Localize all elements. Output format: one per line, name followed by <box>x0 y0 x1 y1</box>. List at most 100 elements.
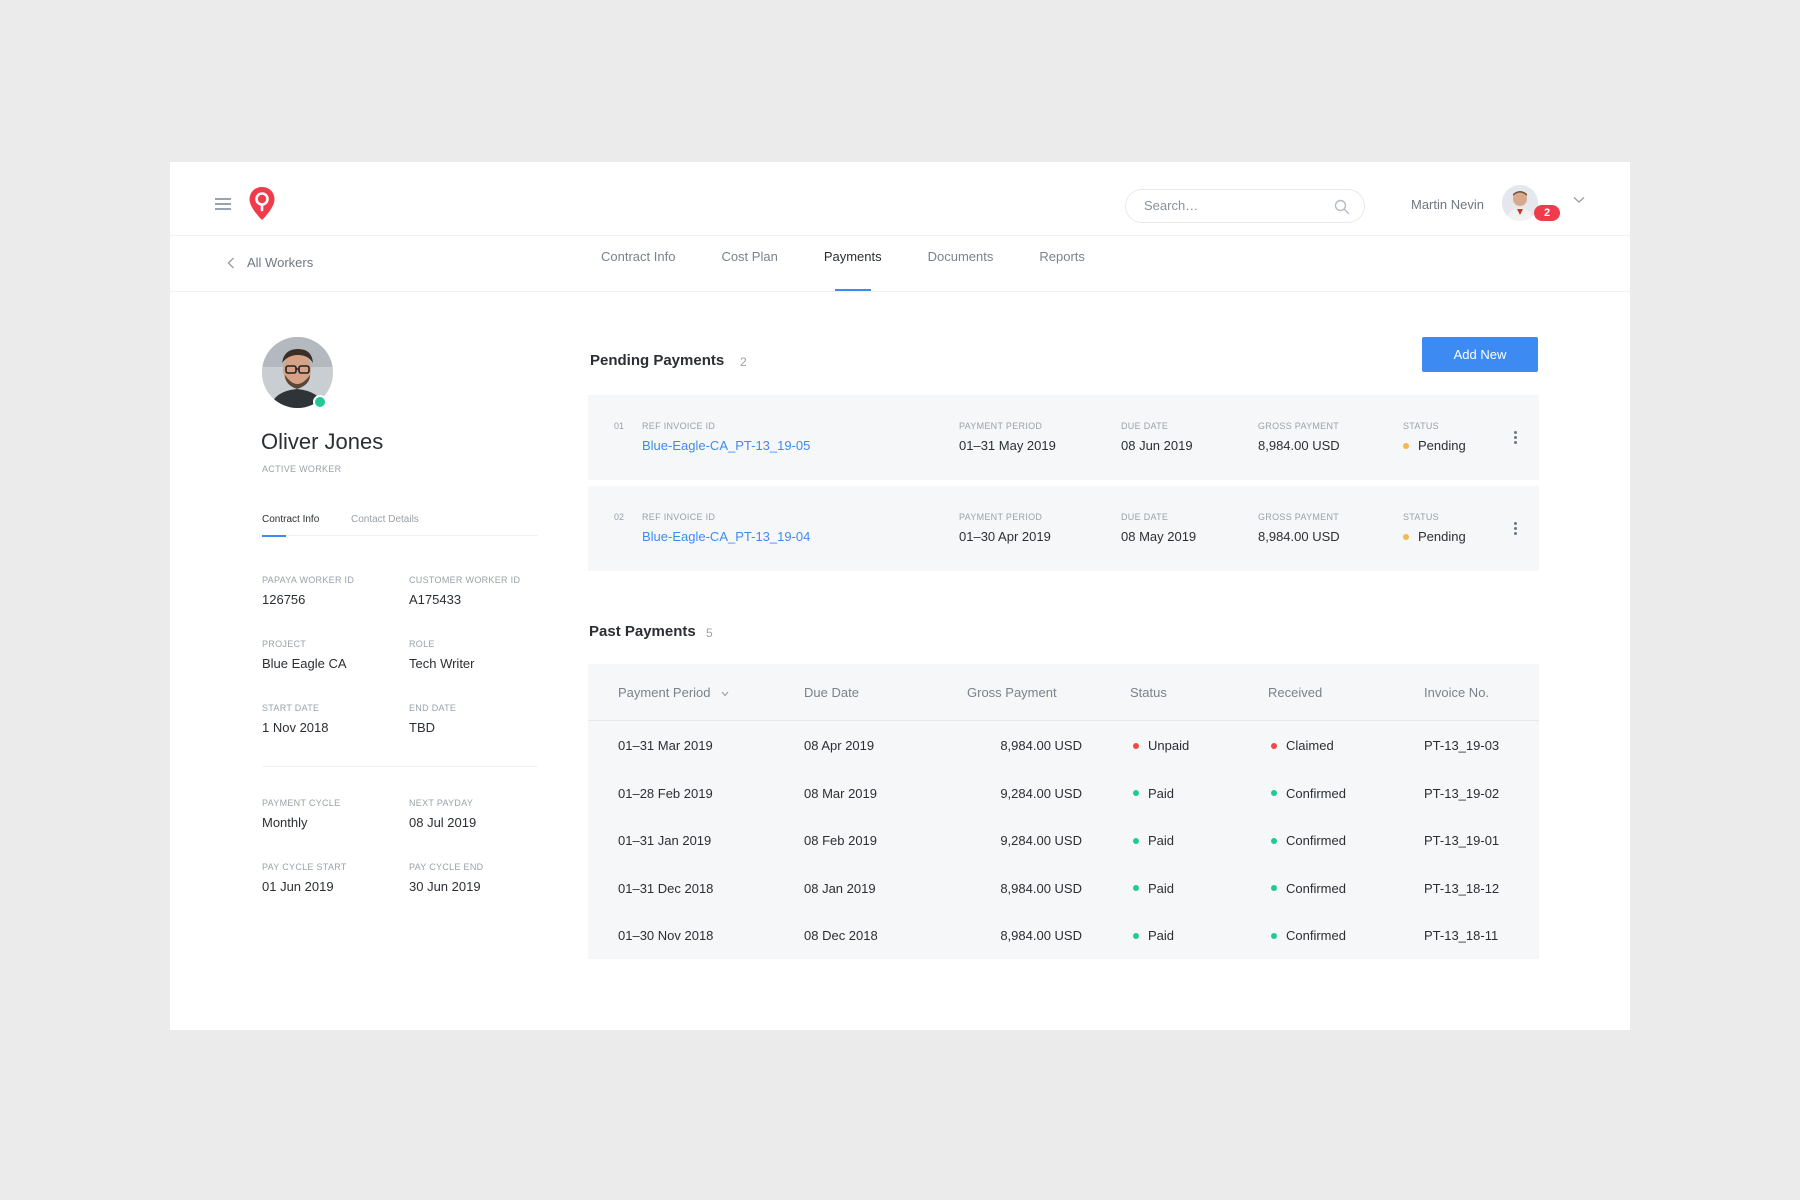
tab-payments[interactable]: Payments <box>813 236 893 291</box>
ref-invoice-link[interactable]: Blue-Eagle-CA_PT-13_19-04 <box>642 529 810 544</box>
field-value: 08 Jul 2019 <box>409 815 477 830</box>
pending-payment-item: 02 REF INVOICE ID Blue-Eagle-CA_PT-13_19… <box>588 486 1539 571</box>
past-payments-table: Payment Period Due Date Gross Payment St… <box>588 664 1539 959</box>
top-bar: Martin Nevin 2 <box>170 162 1630 236</box>
search-input[interactable] <box>1144 198 1324 213</box>
field-label: PROJECT <box>262 639 307 649</box>
field-label: PAY CYCLE START <box>262 862 347 872</box>
field-value: TBD <box>409 720 435 735</box>
sub-navigation: All Workers Contract Info Cost Plan Paym… <box>170 236 1630 292</box>
profile-tabs: Contract Info Contact Details <box>262 514 538 537</box>
status-column: STATUS Pending <box>1403 512 1466 544</box>
tab-cost-plan[interactable]: Cost Plan <box>710 236 788 291</box>
received-dot-icon <box>1271 885 1277 892</box>
add-new-button[interactable]: Add New <box>1422 337 1538 372</box>
field-label: PAYMENT CYCLE <box>262 798 341 808</box>
app-window: Martin Nevin 2 All Workers Contract Info… <box>170 162 1630 1030</box>
past-payments-count: 5 <box>706 626 713 640</box>
field-label: CUSTOMER WORKER ID <box>409 575 521 585</box>
notification-badge[interactable]: 2 <box>1534 205 1560 221</box>
tab-contract-info[interactable]: Contract Info <box>590 236 686 291</box>
received-text: Confirmed <box>1286 928 1346 943</box>
cell-invoice-no: PT-13_19-03 <box>1424 738 1500 753</box>
column-header-label: Payment Period <box>618 685 711 700</box>
user-avatar[interactable] <box>1502 185 1538 221</box>
cell-payment-period: 01–31 Dec 2018 <box>618 880 714 896</box>
ref-invoice-link[interactable]: Blue-Eagle-CA_PT-13_19-05 <box>642 438 810 453</box>
status-dot-icon <box>1133 790 1139 797</box>
search-icon[interactable] <box>1334 199 1350 215</box>
tab-documents[interactable]: Documents <box>917 236 1005 291</box>
table-row[interactable]: 01–31 Jan 2019 08 Feb 2019 9,284.00 USD … <box>588 816 1539 864</box>
cell-status: Paid <box>1133 928 1174 943</box>
past-payments-title: Past Payments <box>589 623 696 640</box>
tab-profile-contract-info[interactable]: Contract Info <box>262 514 319 537</box>
field-value: A175433 <box>409 592 462 607</box>
column-header-received[interactable]: Received <box>1268 685 1322 700</box>
status-label: STATUS <box>1403 512 1439 522</box>
cell-gross-payment: 8,984.00 USD <box>1000 880 1082 896</box>
table-row[interactable]: 01–31 Mar 2019 08 Apr 2019 8,984.00 USD … <box>588 721 1539 769</box>
field-label: PAPAYA WORKER ID <box>262 575 355 585</box>
field-label: NEXT PAYDAY <box>409 798 474 808</box>
payment-period-value: 01–31 May 2019 <box>959 438 1056 453</box>
field-project: PROJECT Blue Eagle CA <box>262 639 347 671</box>
tab-reports[interactable]: Reports <box>1028 236 1096 291</box>
status-text: Pending <box>1418 529 1466 544</box>
status-value: Pending <box>1403 438 1466 453</box>
status-column: STATUS Pending <box>1403 421 1466 453</box>
field-end-date: END DATE TBD <box>409 703 456 735</box>
field-pay-cycle-start: PAY CYCLE START 01 Jun 2019 <box>262 862 347 894</box>
more-options-icon[interactable] <box>1514 522 1518 536</box>
profile-divider <box>262 766 538 767</box>
back-to-all-workers-link[interactable]: All Workers <box>227 255 313 270</box>
table-header: Payment Period Due Date Gross Payment St… <box>588 664 1539 721</box>
cell-status: Paid <box>1133 881 1174 896</box>
received-text: Confirmed <box>1286 785 1346 801</box>
field-value: Monthly <box>262 815 308 830</box>
due-date-value: 08 Jun 2019 <box>1121 438 1193 453</box>
column-header-invoice-no[interactable]: Invoice No. <box>1424 685 1489 700</box>
ref-invoice-column: REF INVOICE ID Blue-Eagle-CA_PT-13_19-05 <box>642 421 810 453</box>
gross-payment-value: 8,984.00 USD <box>1258 529 1340 544</box>
online-status-indicator <box>313 395 327 409</box>
chevron-down-icon[interactable] <box>1573 196 1585 204</box>
sort-chevron-down-icon[interactable] <box>721 691 729 697</box>
user-name[interactable]: Martin Nevin <box>1411 197 1484 212</box>
status-dot-icon <box>1403 533 1409 540</box>
column-header-due-date[interactable]: Due Date <box>804 685 859 700</box>
cell-received: Confirmed <box>1271 881 1346 896</box>
status-dot-icon <box>1133 932 1139 939</box>
cell-gross-payment: 9,284.00 USD <box>1000 785 1082 801</box>
search-box[interactable] <box>1125 189 1365 223</box>
table-row[interactable]: 01–30 Nov 2018 08 Dec 2018 8,984.00 USD … <box>588 911 1539 959</box>
gross-payment-column: GROSS PAYMENT 8,984.00 USD <box>1258 421 1340 453</box>
tab-profile-contact-details[interactable]: Contact Details <box>351 514 419 535</box>
field-pay-cycle-end: PAY CYCLE END 30 Jun 2019 <box>409 862 483 894</box>
status-label: STATUS <box>1403 421 1439 431</box>
due-date-column: DUE DATE 08 Jun 2019 <box>1121 421 1193 453</box>
table-row[interactable]: 01–31 Dec 2018 08 Jan 2019 8,984.00 USD … <box>588 864 1539 912</box>
column-header-status[interactable]: Status <box>1130 685 1167 700</box>
cell-received: Claimed <box>1271 738 1334 753</box>
cell-status: Paid <box>1133 786 1174 801</box>
field-label: PAY CYCLE END <box>409 862 484 872</box>
column-header-payment-period[interactable]: Payment Period <box>618 685 729 700</box>
cell-received: Confirmed <box>1271 928 1346 943</box>
ref-invoice-label: REF INVOICE ID <box>642 512 716 522</box>
hamburger-menu-icon[interactable] <box>215 198 231 210</box>
more-options-icon[interactable] <box>1514 431 1518 445</box>
logo-pin-icon[interactable] <box>248 186 276 222</box>
field-label: END DATE <box>409 703 457 713</box>
ref-invoice-column: REF INVOICE ID Blue-Eagle-CA_PT-13_19-04 <box>642 512 810 544</box>
worker-status: ACTIVE WORKER <box>262 464 342 474</box>
back-label: All Workers <box>247 255 314 270</box>
received-dot-icon <box>1271 742 1277 749</box>
cell-invoice-no: PT-13_18-11 <box>1424 928 1499 943</box>
pending-payment-item: 01 REF INVOICE ID Blue-Eagle-CA_PT-13_19… <box>588 395 1539 480</box>
column-header-gross-payment[interactable]: Gross Payment <box>967 685 1057 700</box>
cell-invoice-no: PT-13_18-12 <box>1424 880 1500 896</box>
cell-due-date: 08 Dec 2018 <box>804 928 878 943</box>
table-row[interactable]: 01–28 Feb 2019 08 Mar 2019 9,284.00 USD … <box>588 769 1539 817</box>
ref-invoice-label: REF INVOICE ID <box>642 421 716 431</box>
